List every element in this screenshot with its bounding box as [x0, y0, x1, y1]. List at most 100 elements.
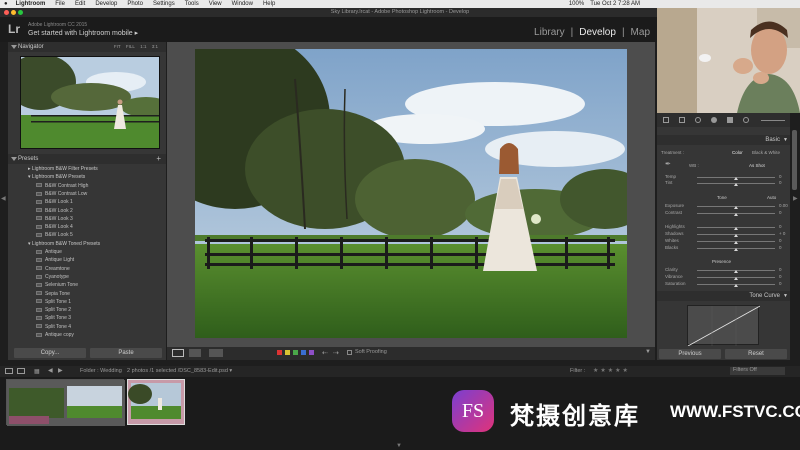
graduated-filter-icon[interactable]: [727, 117, 733, 123]
wb-dropdown[interactable]: As Shot: [749, 163, 765, 168]
filmstrip-thumbnail-selected[interactable]: [127, 379, 185, 425]
exposure-value[interactable]: 0.00: [779, 203, 788, 208]
module-develop[interactable]: Develop: [579, 27, 616, 38]
right-panel-toggle-icon[interactable]: ▶: [793, 195, 798, 202]
whites-value[interactable]: 0: [779, 238, 782, 243]
clarity-slider-knob[interactable]: [734, 270, 738, 273]
saturation-value[interactable]: 0: [779, 281, 782, 286]
contrast-slider-knob[interactable]: [734, 213, 738, 216]
previous-button[interactable]: Previous: [659, 349, 721, 359]
zoom-fit-option[interactable]: FIT: [114, 44, 121, 49]
tint-value[interactable]: 0: [779, 180, 782, 185]
preset-item[interactable]: B&W Contrast High: [36, 183, 88, 189]
radial-filter-icon[interactable]: [743, 117, 749, 123]
menubar-clock[interactable]: Tue Oct 2 7:28 AM: [590, 1, 640, 7]
clarity-value[interactable]: 0: [779, 267, 782, 272]
color-label-green-icon[interactable]: [293, 350, 298, 355]
temp-slider-knob[interactable]: [734, 177, 738, 180]
blacks-slider-knob[interactable]: [734, 248, 738, 251]
module-library[interactable]: Library: [534, 27, 565, 38]
forward-arrow-icon[interactable]: ▶: [58, 367, 63, 374]
menu-file[interactable]: File: [55, 1, 65, 7]
before-after-lr-icon[interactable]: [189, 349, 201, 357]
whites-slider-knob[interactable]: [734, 241, 738, 244]
preset-item[interactable]: B&W Look 4: [36, 224, 73, 230]
main-window-icon[interactable]: [5, 368, 13, 374]
menu-edit[interactable]: Edit: [75, 1, 85, 7]
preset-item[interactable]: Antique copy: [36, 332, 74, 338]
zoom-fill-option[interactable]: FILL: [126, 44, 135, 49]
shadows-slider-knob[interactable]: [734, 234, 738, 237]
soft-proofing-checkbox[interactable]: [347, 350, 352, 355]
next-photo-icon[interactable]: ⇢: [333, 349, 339, 357]
preset-item[interactable]: Creamtone: [36, 266, 70, 272]
shadows-value[interactable]: + 0: [779, 231, 785, 236]
vibrance-value[interactable]: 0: [779, 274, 782, 279]
saturation-slider-knob[interactable]: [734, 284, 738, 287]
menu-settings[interactable]: Settings: [153, 1, 175, 7]
treatment-color-option[interactable]: Color: [732, 150, 743, 155]
preset-folder[interactable]: ▸ Lightroom B&W Filter Presets: [28, 166, 98, 172]
tone-curve-header[interactable]: Tone Curve ▼: [657, 291, 790, 301]
preset-item[interactable]: Antique: [36, 249, 62, 255]
crop-tool-icon[interactable]: [679, 117, 685, 123]
add-preset-icon[interactable]: +: [156, 154, 161, 164]
color-label-purple-icon[interactable]: [309, 350, 314, 355]
right-panel-scrollbar[interactable]: [792, 130, 797, 190]
paste-button[interactable]: Paste: [90, 348, 162, 358]
menu-tools[interactable]: Tools: [185, 1, 199, 7]
navigator-header[interactable]: Navigator FIT FILL 1:1 3:1: [8, 42, 166, 52]
close-window-icon[interactable]: [4, 10, 9, 15]
temp-value[interactable]: 0: [779, 174, 782, 179]
menu-lightroom[interactable]: Lightroom: [16, 1, 46, 7]
preset-item[interactable]: B&W Contrast Low: [36, 191, 87, 197]
copy-button[interactable]: Copy...: [14, 348, 86, 358]
menu-develop[interactable]: Develop: [95, 1, 117, 7]
zoom-1-1-option[interactable]: 1:1: [140, 44, 146, 49]
color-label-yellow-icon[interactable]: [285, 350, 290, 355]
menu-help[interactable]: Help: [263, 1, 275, 7]
apple-icon[interactable]: ●: [4, 1, 8, 7]
develop-canvas[interactable]: [167, 42, 655, 347]
preset-item[interactable]: B&W Look 5: [36, 232, 73, 238]
before-after-split-icon[interactable]: [209, 349, 223, 357]
preset-item[interactable]: B&W Look 1: [36, 199, 73, 205]
filmstrip-selection-info[interactable]: 2 photos /1 selected /DSC_8583-Edit.psd …: [127, 368, 232, 374]
highlights-slider-knob[interactable]: [734, 227, 738, 230]
zoom-3-1-option[interactable]: 3:1: [152, 44, 158, 49]
loupe-view-icon[interactable]: [172, 349, 184, 357]
navigator-preview[interactable]: [20, 56, 160, 149]
color-label-red-icon[interactable]: [277, 350, 282, 355]
menu-photo[interactable]: Photo: [127, 1, 143, 7]
wb-eyedropper-icon[interactable]: ✒: [665, 160, 671, 168]
toolbar-menu-chevron-icon[interactable]: ▼: [645, 349, 651, 355]
preset-item[interactable]: Selenium Tone: [36, 282, 78, 288]
mobile-promo-link[interactable]: Get started with Lightroom mobile ▸: [28, 29, 138, 37]
reset-button[interactable]: Reset: [725, 349, 787, 359]
contrast-value[interactable]: 0: [779, 210, 782, 215]
tone-curve-graph[interactable]: [687, 305, 761, 347]
exposure-slider-knob[interactable]: [734, 206, 738, 209]
back-arrow-icon[interactable]: ◀: [48, 367, 53, 374]
filmstrip-toggle-icon[interactable]: ▼: [396, 443, 402, 449]
tone-auto-button[interactable]: Auto: [767, 195, 776, 200]
menu-window[interactable]: Window: [232, 1, 253, 7]
tint-slider-knob[interactable]: [734, 183, 738, 186]
spot-removal-icon[interactable]: [695, 117, 701, 123]
red-eye-icon[interactable]: [711, 117, 717, 123]
preset-item[interactable]: Split Tone 2: [36, 307, 71, 313]
main-photo[interactable]: [195, 49, 627, 338]
preset-item[interactable]: Split Tone 1: [36, 299, 71, 305]
left-panel-toggle-icon[interactable]: ◀: [1, 195, 6, 202]
previous-photo-icon[interactable]: ⇠: [322, 349, 328, 357]
filmstrip-thumbnail[interactable]: [6, 379, 125, 426]
blacks-value[interactable]: 0: [779, 245, 782, 250]
rating-filter-stars[interactable]: ★★★★★: [593, 367, 630, 374]
preset-item[interactable]: Split Tone 3: [36, 315, 71, 321]
preset-item[interactable]: Split Tone 4: [36, 324, 71, 330]
preset-folder[interactable]: ▾ Lightroom B&W Presets: [28, 174, 85, 180]
minimize-window-icon[interactable]: [11, 10, 16, 15]
adjustment-brush-slider[interactable]: [761, 120, 785, 121]
histogram-tool-icon[interactable]: [663, 117, 669, 123]
grid-view-icon[interactable]: ▦: [34, 368, 40, 375]
